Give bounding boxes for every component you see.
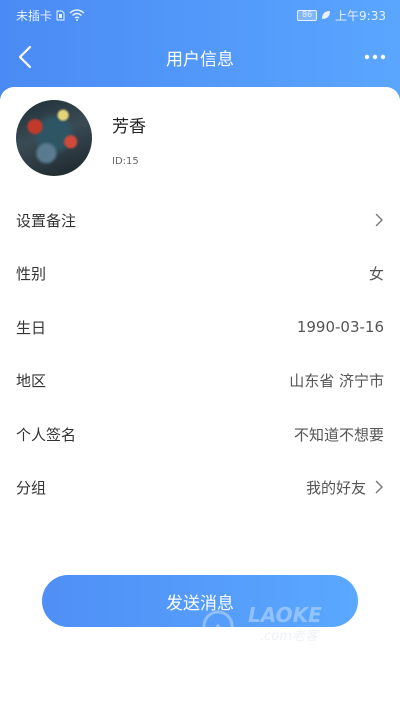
- row-label: 地区: [16, 371, 47, 390]
- row-label: 个人签名: [16, 425, 77, 444]
- row-group[interactable]: 分组 我的好友: [0, 460, 400, 514]
- status-left: 未插卡: [16, 7, 85, 24]
- row-label: 分组: [16, 478, 47, 497]
- row-birthday: 生日 1990-03-16: [0, 300, 400, 354]
- row-value: 1990-03-16: [296, 318, 384, 336]
- carrier-text: 未插卡: [16, 8, 53, 23]
- row-signature: 个人签名 不知道不想要: [0, 407, 400, 461]
- user-name: 芳香: [112, 117, 146, 137]
- send-message-button[interactable]: 发送消息: [42, 575, 358, 627]
- user-id: ID:15: [112, 156, 139, 167]
- chevron-right-icon: [375, 213, 383, 227]
- more-icon[interactable]: [362, 44, 388, 70]
- row-right: 山东省 济宁市: [289, 370, 384, 391]
- battery-icon: 86: [297, 9, 318, 21]
- row-value: 不知道不想要: [293, 425, 384, 444]
- row-value: 女: [368, 264, 384, 283]
- profile-card: 芳香 ID:15 设置备注 性别 女 生日 1990-03-16 地区 山东省 …: [0, 87, 400, 711]
- row-right: 女: [369, 263, 384, 284]
- status-bar: 未插卡 86 上午9:33: [0, 0, 400, 30]
- nav-bar: 用户信息: [0, 30, 400, 84]
- row-right: [366, 213, 384, 227]
- sim-icon: [56, 10, 65, 20]
- status-right: 86 上午9:33: [297, 7, 386, 24]
- wifi-icon: [69, 9, 85, 21]
- row-remark[interactable]: 设置备注: [0, 193, 400, 247]
- battery-level: 86: [301, 10, 313, 19]
- row-right: 我的好友: [306, 477, 384, 498]
- avatar[interactable]: [16, 100, 92, 176]
- row-label: 设置备注: [16, 211, 77, 230]
- svg-text:.com老客: .com老客: [260, 628, 320, 644]
- row-right: 不知道不想要: [294, 424, 384, 445]
- row-right: 1990-03-16: [297, 318, 384, 336]
- row-label: 性别: [16, 264, 47, 283]
- back-arrow-icon[interactable]: [14, 44, 40, 70]
- leaf-icon: [322, 11, 331, 19]
- row-label: 生日: [16, 318, 47, 337]
- row-value: 我的好友: [305, 478, 366, 497]
- clock-text: 上午9:33: [335, 8, 386, 23]
- page-title: 用户信息: [166, 49, 234, 70]
- chevron-right-icon: [375, 480, 383, 494]
- row-region: 地区 山东省 济宁市: [0, 353, 400, 407]
- row-gender: 性别 女: [0, 246, 400, 300]
- row-value: 山东省 济宁市: [289, 371, 384, 390]
